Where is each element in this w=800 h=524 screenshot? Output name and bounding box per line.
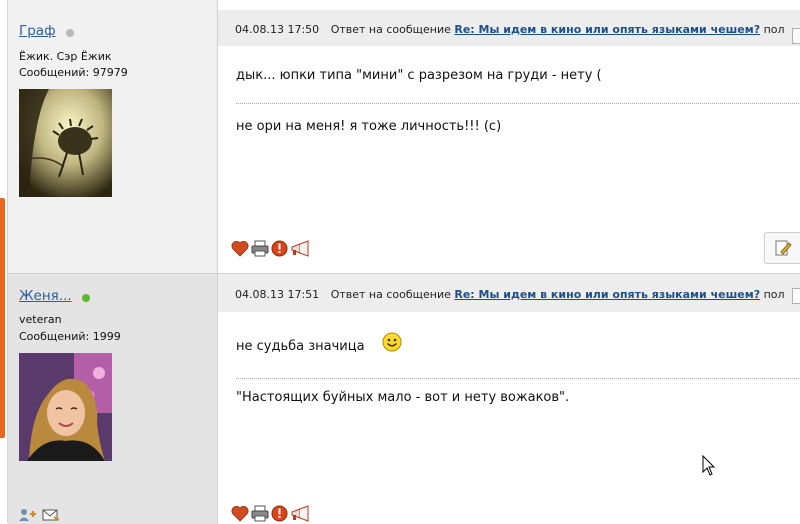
post-meta-bar: 04.08.13 17:51 Ответ на сообщение Re: Мы… — [218, 274, 800, 312]
post-body-text: не судьба значица — [236, 339, 365, 354]
post-meta-bar: 04.08.13 17:50 Ответ на сообщение Re: Мы… — [218, 10, 800, 46]
thread-page: Граф Ёжик. Сэр Ёжик Сообщений: 97979 04.… — [7, 0, 800, 524]
post-author-panel: Граф Ёжик. Сэр Ёжик Сообщений: 97979 — [8, 0, 218, 273]
author-name-link[interactable]: Граф — [19, 23, 56, 39]
post-body-text: дык... юпки типа "мини" с разрезом на гр… — [236, 68, 602, 83]
report-icon[interactable] — [271, 505, 288, 522]
post-menu-button[interactable] — [792, 28, 800, 44]
side-feedback-tab[interactable] — [0, 198, 5, 438]
post-menu-button[interactable] — [792, 288, 800, 304]
edit-icon — [775, 240, 792, 256]
megaphone-icon[interactable] — [290, 505, 310, 522]
report-icon[interactable] — [271, 240, 288, 257]
offline-status-icon — [66, 29, 74, 37]
reply-to-label: Ответ на сообщение — [330, 288, 451, 301]
signature-divider — [236, 378, 800, 379]
post-signature: "Настоящих буйных мало - вот и нету вожа… — [236, 390, 570, 405]
hedgehog-avatar[interactable] — [19, 89, 112, 197]
post-author-panel: Женя... veteran Сообщений: 1999 — [8, 274, 218, 524]
author-rank: Ёжик. Сэр Ёжик — [19, 50, 112, 63]
post-content: 04.08.13 17:50 Ответ на сообщение Re: Мы… — [218, 0, 800, 273]
print-icon[interactable] — [251, 240, 269, 257]
edit-post-button[interactable] — [764, 232, 800, 264]
author-tools — [18, 508, 60, 522]
heart-icon[interactable] — [231, 505, 249, 522]
meta-trailing-text: пол — [763, 23, 785, 36]
post-actions — [231, 505, 310, 522]
signature-divider — [236, 103, 800, 104]
post-content: 04.08.13 17:51 Ответ на сообщение Re: Мы… — [218, 274, 800, 524]
author-post-count: Сообщений: 97979 — [19, 66, 128, 79]
reply-to-label: Ответ на сообщение — [330, 23, 451, 36]
megaphone-icon[interactable] — [290, 240, 310, 257]
smiley-icon — [382, 332, 402, 352]
post-datetime: 04.08.13 17:51 — [235, 288, 320, 301]
post-datetime: 04.08.13 17:50 — [235, 23, 320, 36]
post-signature: не ори на меня! я тоже личность!!! (c) — [236, 119, 502, 134]
author-rank: veteran — [19, 313, 62, 326]
add-friend-icon[interactable] — [18, 508, 36, 522]
woman-portrait-avatar[interactable] — [19, 353, 112, 461]
send-message-icon[interactable] — [42, 508, 60, 522]
reply-to-link[interactable]: Re: Мы идем в кино или опять языками чеш… — [454, 23, 760, 36]
forum-post: Женя... veteran Сообщений: 1999 04.08.13… — [8, 273, 800, 524]
heart-icon[interactable] — [231, 240, 249, 257]
online-status-icon — [82, 294, 90, 302]
author-name-link[interactable]: Женя... — [19, 288, 72, 304]
post-actions — [231, 240, 310, 257]
print-icon[interactable] — [251, 505, 269, 522]
mouse-pointer-icon — [702, 455, 716, 476]
forum-post: Граф Ёжик. Сэр Ёжик Сообщений: 97979 04.… — [8, 0, 800, 273]
meta-trailing-text: пол — [763, 288, 785, 301]
author-post-count: Сообщений: 1999 — [19, 330, 121, 343]
reply-to-link[interactable]: Re: Мы идем в кино или опять языками чеш… — [454, 288, 760, 301]
